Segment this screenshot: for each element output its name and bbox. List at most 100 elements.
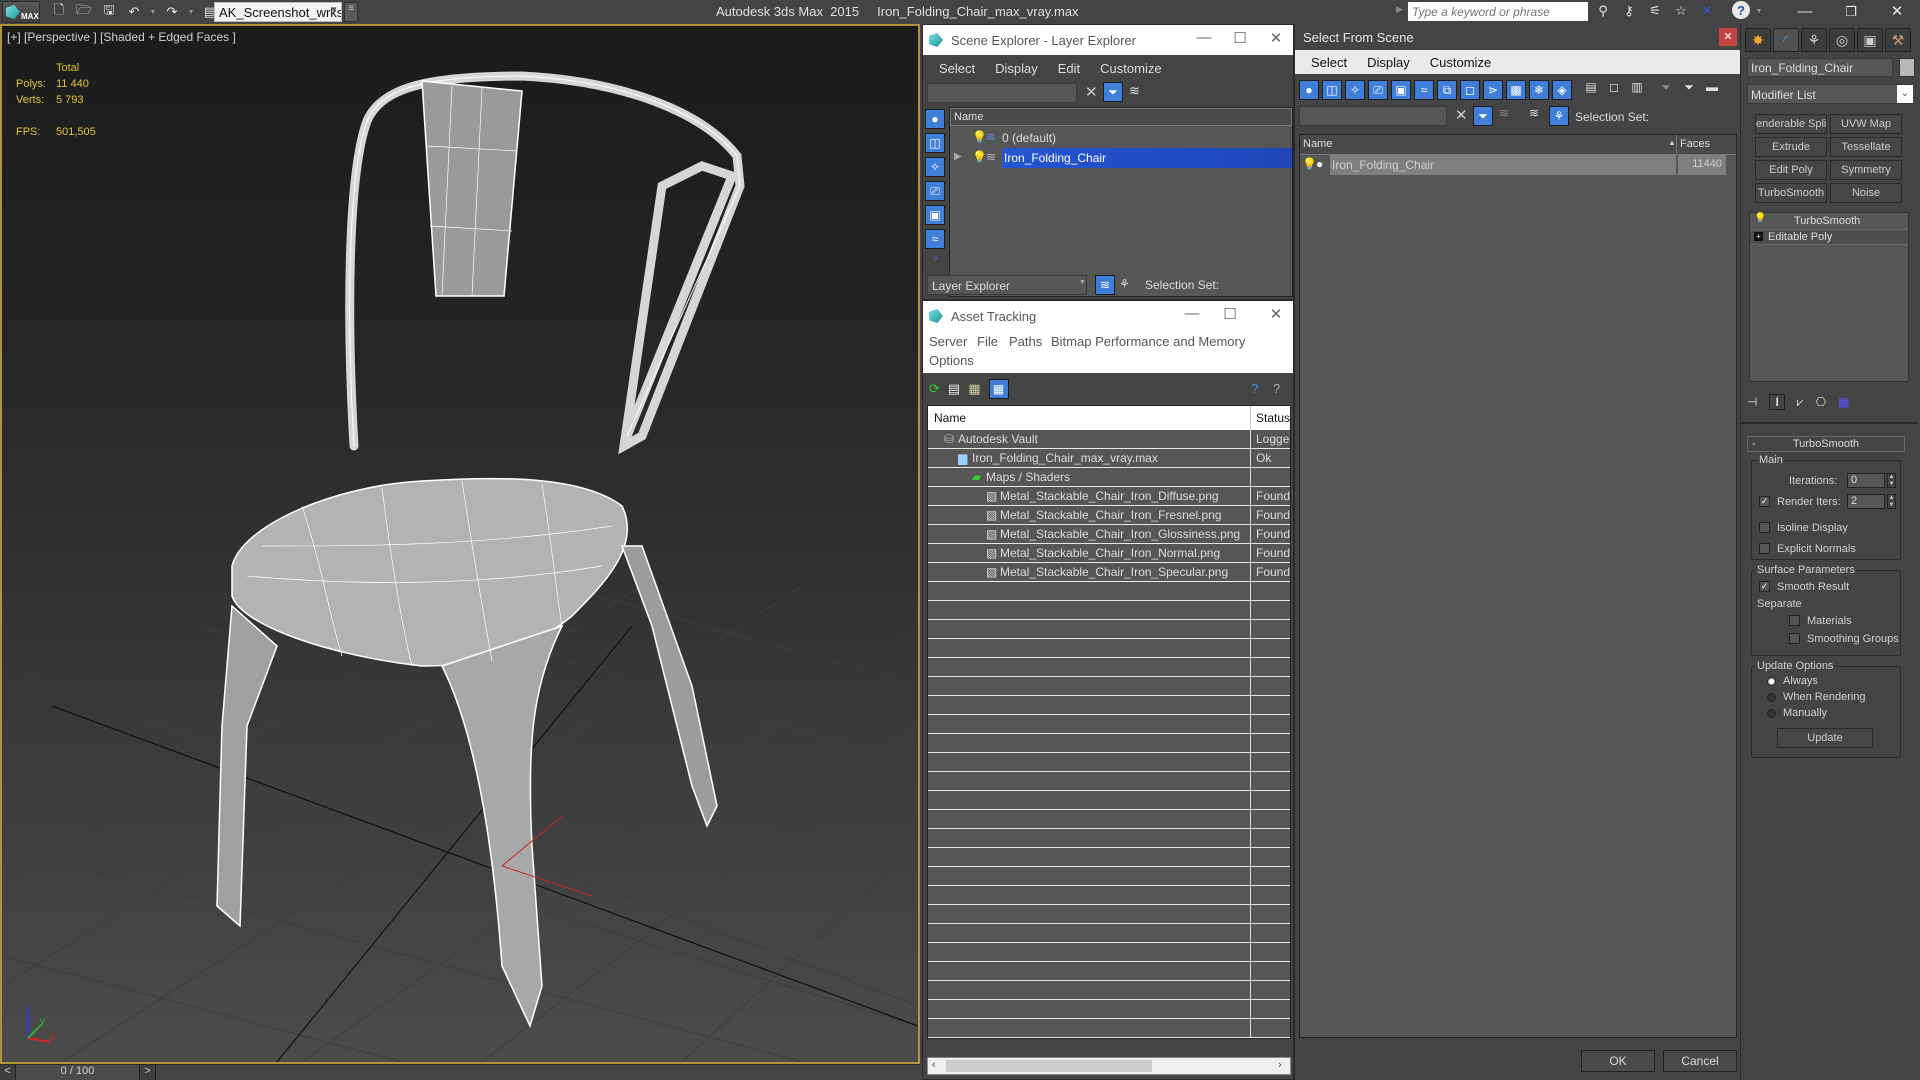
minimize-button[interactable]: — xyxy=(1189,29,1219,46)
search-expand-icon[interactable]: ▶ xyxy=(1396,4,1403,15)
close-button[interactable]: ✕ xyxy=(1261,29,1291,47)
tessellate-button[interactable]: Tessellate xyxy=(1830,137,1902,157)
containers-filter-icon[interactable]: ▩ xyxy=(1506,80,1526,100)
select-none-icon[interactable]: ◻ xyxy=(1604,80,1624,100)
select-search-input[interactable] xyxy=(1299,106,1447,126)
filter-options-icon[interactable]: ⏷ xyxy=(1679,80,1699,100)
iterations-spinner-arrows[interactable]: ▲ ▼ xyxy=(1887,473,1896,488)
layer-visibility-icon[interactable]: 💡 xyxy=(972,150,987,164)
hidden-filter-icon[interactable]: ◈ xyxy=(1552,80,1572,100)
maximize-button[interactable]: ☐ xyxy=(1225,29,1255,47)
update-always-radio[interactable] xyxy=(1767,677,1776,686)
shapes-filter-icon[interactable]: ◫ xyxy=(925,133,945,153)
vault-help-icon[interactable]: ? xyxy=(1251,381,1258,396)
show-end-result-icon[interactable]: I xyxy=(1769,394,1785,410)
spacewarps-filter-icon[interactable]: ≈ xyxy=(1414,80,1434,100)
table-view-icon[interactable]: ▦ xyxy=(988,379,1009,399)
minimize-button[interactable]: — xyxy=(1177,305,1207,322)
menu-options[interactable]: Options xyxy=(929,353,974,368)
layer-highlight-icon[interactable]: ≋ xyxy=(1499,106,1509,120)
viewport-label-menu[interactable]: [+] [Perspective ] [Shaded + Edged Faces… xyxy=(7,30,236,44)
hierarchy-icon[interactable]: ⚘ xyxy=(1549,106,1569,126)
hierarchy-icon[interactable]: ⚘ xyxy=(1119,277,1130,291)
stack-item[interactable]: 💡 TurboSmooth xyxy=(1750,213,1908,229)
scrollbar-thumb[interactable] xyxy=(946,1060,1152,1072)
key-icon[interactable]: ⚷ xyxy=(1618,1,1640,21)
lights-filter-icon[interactable]: ✧ xyxy=(925,157,945,177)
asset-row[interactable]: ▧ Metal_Stackable_Chair_Iron_Fresnel.png F… xyxy=(928,506,1290,525)
smooth-result-checkbox[interactable]: ✓ xyxy=(1759,581,1770,592)
asset-row[interactable]: ▆ Iron_Folding_Chair_max_vray.max Ok xyxy=(928,449,1290,468)
helpers-filter-icon[interactable]: ▣ xyxy=(1391,80,1411,100)
clear-search-icon[interactable]: ✕ xyxy=(1455,106,1468,124)
column-chooser-icon[interactable]: ▬ xyxy=(1702,80,1722,100)
perspective-viewport[interactable]: z y x [+] [Perspective ] [Shaded + Edged… xyxy=(0,24,920,1064)
close-button[interactable]: ✕ xyxy=(1874,0,1920,24)
motion-tab-icon[interactable]: ◎ xyxy=(1829,28,1855,52)
chair-model[interactable]: z y x xyxy=(2,26,918,1062)
symmetry-button[interactable]: Symmetry xyxy=(1830,160,1902,180)
scene-explorer-search-input[interactable] xyxy=(927,83,1077,103)
explorer-type-dropdown[interactable]: Layer Explorer xyxy=(927,275,1087,295)
filter-icon[interactable]: ⏷ xyxy=(1656,80,1676,100)
cameras-filter-icon[interactable]: ⎚ xyxy=(925,181,945,201)
menu-customize[interactable]: Customize xyxy=(1090,61,1171,76)
make-unique-icon[interactable]: ⩗ xyxy=(1797,395,1804,410)
materials-checkbox[interactable] xyxy=(1789,615,1800,626)
column-header-name[interactable]: Name xyxy=(1303,138,1332,150)
asset-row[interactable]: ▧ Metal_Stackable_Chair_Iron_Normal.png Fo… xyxy=(928,544,1290,563)
layer-explorer-icon[interactable]: ≋ xyxy=(1095,275,1115,295)
cancel-button[interactable]: Cancel xyxy=(1663,1050,1737,1072)
column-header-name[interactable]: Name xyxy=(934,411,966,425)
stack-item[interactable]: + Editable Poly xyxy=(1750,229,1908,245)
edit-poly-button[interactable]: Edit Poly xyxy=(1755,160,1827,180)
xrefs-filter-icon[interactable]: ◻ xyxy=(1460,80,1480,100)
timeline-prev-button[interactable]: < xyxy=(0,1065,16,1080)
infocenter-search-input[interactable] xyxy=(1408,2,1588,21)
remove-modifier-icon[interactable]: ⎔ xyxy=(1816,395,1826,409)
isoline-display-checkbox[interactable] xyxy=(1759,522,1770,533)
redo-dropdown-icon[interactable]: ▼ xyxy=(186,2,196,22)
chevron-down-icon[interactable]: ⌄ xyxy=(1897,85,1913,103)
explicit-normals-checkbox[interactable] xyxy=(1759,543,1770,554)
list-view-icon[interactable]: ▤ xyxy=(948,381,960,397)
undo-icon[interactable]: ↶ xyxy=(123,2,145,22)
open-file-icon[interactable]: 🗁 xyxy=(73,2,95,22)
iterations-spinner[interactable]: 0 xyxy=(1847,473,1885,488)
turbosmooth-button[interactable]: TurboSmooth xyxy=(1755,183,1827,203)
tree-row[interactable]: ▶ 💡 ≋ Iron_Folding_Chair xyxy=(950,148,1292,168)
expand-filters-icon[interactable]: » xyxy=(925,253,945,264)
update-when-rendering-radio[interactable] xyxy=(1767,693,1776,702)
groups-filter-icon[interactable]: ⧉ xyxy=(1437,80,1457,100)
select-all-icon[interactable]: ▤ xyxy=(1581,80,1601,100)
timeline-next-button[interactable]: > xyxy=(140,1065,156,1080)
x-icon[interactable]: ✕ xyxy=(1696,1,1718,21)
clear-search-icon[interactable]: ✕ xyxy=(1085,83,1098,101)
undo-dropdown-icon[interactable]: ▼ xyxy=(148,2,158,22)
shapes-filter-icon[interactable]: ◫ xyxy=(1322,80,1342,100)
ok-button[interactable]: OK xyxy=(1581,1050,1655,1072)
help-dropdown-icon[interactable]: ▼ xyxy=(1754,1,1764,21)
spacewarps-filter-icon[interactable]: ≈ xyxy=(925,229,945,249)
horizontal-scrollbar[interactable]: ‹ › xyxy=(927,1057,1291,1075)
render-iters-spinner-arrows[interactable]: ▲ ▼ xyxy=(1887,494,1896,509)
lights-filter-icon[interactable]: ✧ xyxy=(1345,80,1365,100)
new-file-icon[interactable]: 🗋 xyxy=(48,2,70,22)
configure-modifier-sets-icon[interactable]: ▦ xyxy=(1838,395,1849,409)
object-row[interactable]: 💡 ● Iron_Folding_Chair 11440 xyxy=(1300,155,1736,175)
helpers-filter-icon[interactable]: ▣ xyxy=(925,205,945,225)
star-icon[interactable]: ☆ xyxy=(1670,1,1692,21)
close-button[interactable]: ✕ xyxy=(1261,305,1291,323)
select-invert-icon[interactable]: ▥ xyxy=(1627,80,1647,100)
expand-plus-icon[interactable]: + xyxy=(1754,232,1763,241)
display-tab-icon[interactable]: ▣ xyxy=(1857,28,1883,52)
pin-stack-icon[interactable]: ⊣ xyxy=(1747,395,1757,409)
scroll-right-icon[interactable]: › xyxy=(1278,1059,1282,1071)
noise-button[interactable]: Noise xyxy=(1830,183,1902,203)
menu-bitmap-performance[interactable]: Bitmap Performance and Memory xyxy=(1051,334,1245,349)
modifier-list-dropdown[interactable]: Modifier List xyxy=(1747,84,1913,104)
customize-toolbar-button[interactable]: ≡ xyxy=(344,2,358,22)
menu-display[interactable]: Display xyxy=(1357,55,1420,70)
smoothing-groups-checkbox[interactable] xyxy=(1789,633,1800,644)
menu-edit[interactable]: Edit xyxy=(1048,61,1090,76)
